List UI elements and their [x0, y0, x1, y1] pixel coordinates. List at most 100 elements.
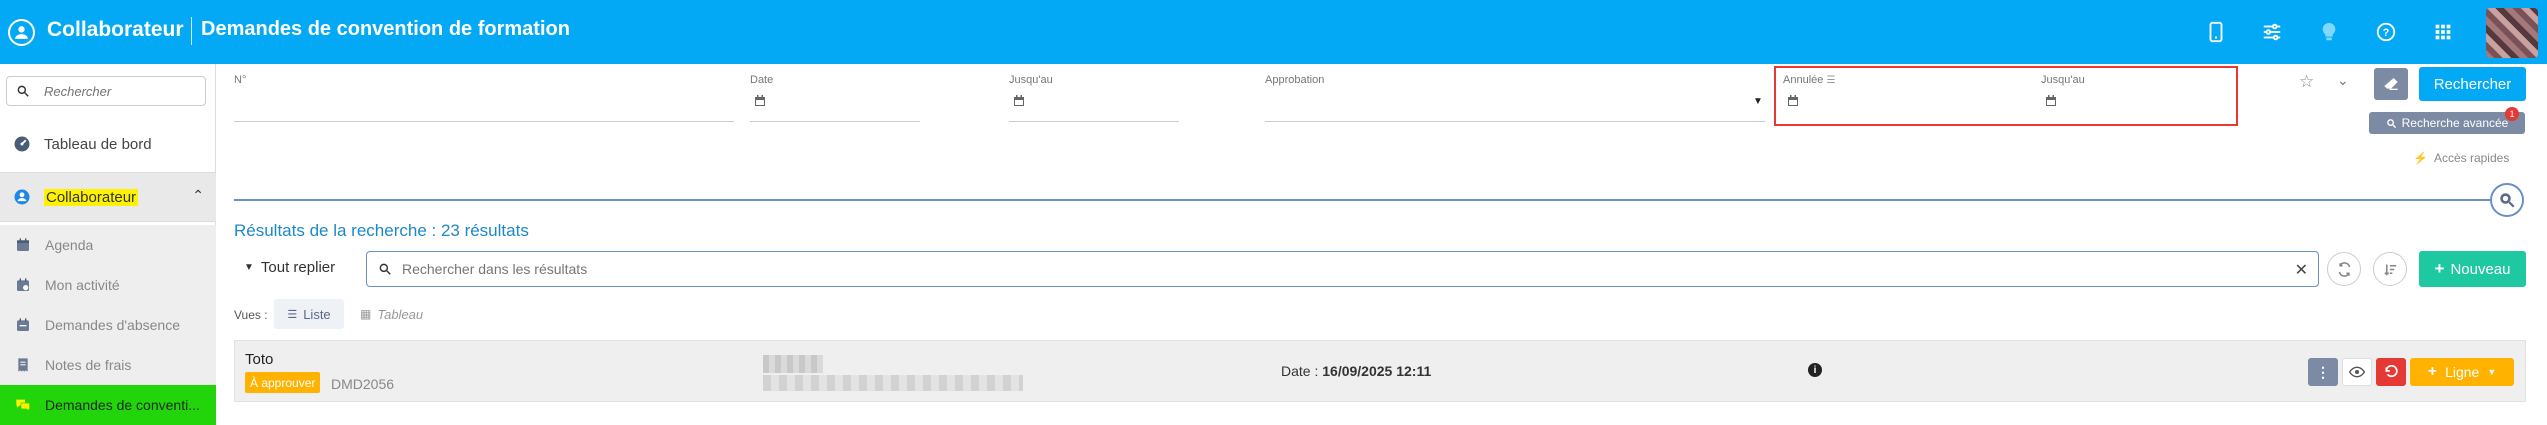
- receipt-icon: [15, 357, 31, 373]
- fold-all-label: Tout replier: [260, 259, 336, 276]
- filter-jusquau-label: Jusqu'au: [1009, 74, 1053, 86]
- line-button[interactable]: + Ligne ▼: [2410, 358, 2514, 386]
- calendar-icon: [15, 237, 31, 253]
- chat-icon: [15, 397, 31, 413]
- table-row[interactable]: Toto À approuver DMD2056 Date : 16/09/20…: [234, 340, 2526, 402]
- sidebar-section-collaborateur[interactable]: Collaborateur ⌃: [0, 172, 216, 222]
- mobile-icon[interactable]: [2200, 16, 2232, 48]
- view-table-label: Tableau: [377, 306, 424, 322]
- row-date-label: Date :: [1281, 363, 1323, 379]
- list-icon: ☰: [287, 308, 298, 321]
- refresh-icon: [2338, 261, 2350, 277]
- results-search-input[interactable]: [402, 261, 2202, 277]
- undo-button[interactable]: [2376, 358, 2406, 386]
- plus-icon: +: [2434, 259, 2445, 278]
- help-icon[interactable]: ?: [2370, 16, 2402, 48]
- lightbulb-icon[interactable]: [2313, 16, 2345, 48]
- info-icon[interactable]: i: [1808, 363, 1822, 377]
- advanced-search-button[interactable]: Recherche avancée: [2369, 112, 2525, 134]
- redacted-text: [763, 375, 1023, 391]
- views-label: Vues :: [234, 308, 268, 322]
- sidebar-item-agenda[interactable]: Agenda: [0, 225, 216, 265]
- annotation-highlight-box: [1774, 66, 2238, 126]
- title-separator: [191, 17, 192, 45]
- sidebar-item-label: Agenda: [45, 237, 94, 253]
- refresh-button[interactable]: [2327, 252, 2361, 286]
- view-table-button[interactable]: ▦ Tableau: [360, 299, 423, 329]
- results-title: Résultats de la recherche : 23 résultats: [234, 221, 529, 240]
- apps-grid-icon[interactable]: [2427, 16, 2459, 48]
- sidebar-item-label: Demandes de conventi...: [45, 397, 200, 413]
- sort-button[interactable]: [2373, 252, 2407, 286]
- chevron-up-icon[interactable]: ⌃: [192, 187, 204, 204]
- advanced-search-badge: 1: [2505, 107, 2519, 121]
- app-title[interactable]: Collaborateur: [47, 18, 184, 42]
- status-badge: À approuver: [245, 372, 321, 393]
- sidebar-item-absence[interactable]: Demandes d'absence: [0, 305, 216, 345]
- activity-icon: [15, 277, 31, 293]
- redacted-text: [763, 355, 823, 373]
- results-search[interactable]: ✕: [366, 251, 2319, 287]
- quick-access-label: Accès rapides: [2433, 151, 2510, 165]
- svg-text:?: ?: [2383, 27, 2390, 39]
- sidebar-item-conventions[interactable]: Demandes de conventi...: [0, 385, 216, 425]
- sidebar-item-label: Demandes d'absence: [45, 317, 180, 333]
- caret-down-icon: ▼: [244, 262, 254, 273]
- filter-date[interactable]: Date: [750, 74, 920, 122]
- filter-approbation[interactable]: Approbation ▼: [1265, 74, 1765, 122]
- filter-num[interactable]: N°: [234, 74, 734, 122]
- sidebar-item-notes-frais[interactable]: Notes de frais: [0, 345, 216, 385]
- absence-icon: [15, 317, 31, 333]
- user-circle-icon[interactable]: [8, 19, 35, 46]
- table-icon: ▦: [360, 307, 372, 321]
- close-icon[interactable]: ✕: [2295, 260, 2308, 280]
- avatar[interactable]: [2486, 8, 2538, 58]
- sidebar-search[interactable]: [6, 76, 206, 106]
- new-button-label: Nouveau: [2450, 260, 2511, 278]
- sidebar: Tableau de bord Collaborateur ⌃ Agenda M…: [0, 64, 216, 425]
- field-underline: [750, 121, 920, 122]
- filter-num-label: N°: [234, 74, 247, 86]
- star-icon[interactable]: ☆: [2299, 72, 2314, 92]
- page-title: Demandes de convention de formation: [201, 18, 570, 40]
- zoom-search-icon: [2500, 193, 2515, 208]
- row-date: Date : 16/09/2025 12:11: [1281, 363, 1431, 379]
- fold-all-button[interactable]: ▼ Tout replier: [244, 259, 335, 276]
- search-button[interactable]: Rechercher: [2419, 67, 2526, 101]
- sidebar-item-label: Notes de frais: [45, 357, 132, 373]
- sidebar-search-input[interactable]: [44, 83, 194, 99]
- filter-approbation-label: Approbation: [1265, 74, 1325, 86]
- top-bar: Collaborateur Demandes de convention de …: [0, 0, 2547, 64]
- sidebar-item-label: Mon activité: [45, 277, 120, 293]
- view-button[interactable]: [2342, 358, 2372, 386]
- sliders-icon[interactable]: [2256, 16, 2288, 48]
- line-button-label: Ligne: [2445, 364, 2480, 380]
- calendar-icon[interactable]: [1013, 94, 1025, 106]
- user-circle-icon: [13, 188, 31, 206]
- clear-filters-button[interactable]: [2374, 68, 2408, 100]
- new-button[interactable]: + Nouveau: [2419, 251, 2526, 287]
- sort-icon: [2383, 264, 2396, 276]
- view-list-label: Liste: [303, 306, 331, 322]
- plus-icon: +: [2427, 363, 2438, 380]
- view-list-button[interactable]: ☰ Liste: [274, 299, 344, 329]
- dashboard-icon: [13, 135, 31, 153]
- sidebar-item-dashboard[interactable]: Tableau de bord: [0, 128, 216, 160]
- sidebar-item-activite[interactable]: Mon activité: [0, 265, 216, 305]
- undo-icon: [2385, 365, 2398, 378]
- chevron-down-icon[interactable]: ⌄: [2337, 72, 2349, 89]
- zoom-toggle-button[interactable]: [2490, 183, 2524, 217]
- search-icon: [17, 85, 29, 97]
- filters-divider: [234, 199, 2494, 201]
- calendar-icon[interactable]: [754, 94, 766, 106]
- eye-icon: [2349, 366, 2365, 378]
- filter-jusquau[interactable]: Jusqu'au: [1009, 74, 1179, 122]
- dropdown-caret-icon[interactable]: ▼: [1753, 96, 1763, 107]
- eraser-icon: [2384, 78, 2398, 90]
- more-options-button[interactable]: ⋮: [2308, 358, 2338, 386]
- field-underline: [1009, 121, 1179, 122]
- search-icon: [379, 263, 391, 275]
- sidebar-item-label: Tableau de bord: [44, 135, 152, 153]
- quick-access-link[interactable]: ⚡ Accès rapides: [2413, 151, 2509, 165]
- more-vertical-icon: ⋮: [2316, 363, 2330, 380]
